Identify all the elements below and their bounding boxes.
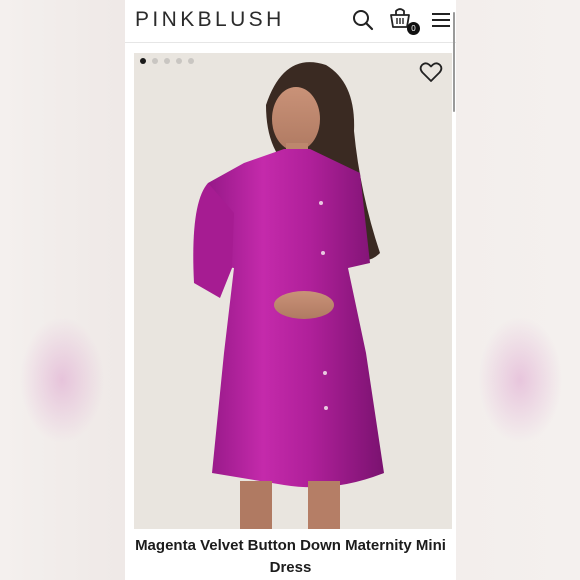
scrollbar[interactable] [453,12,455,112]
heart-icon[interactable] [419,61,443,83]
carousel-dot[interactable] [188,58,194,64]
search-icon[interactable] [351,8,375,32]
brand-logo[interactable]: PINKBLUSH [135,8,285,32]
carousel-dot[interactable] [164,58,170,64]
product-title[interactable]: Magenta Velvet Button Down Maternity Min… [125,535,456,579]
carousel-indicator [140,58,194,64]
site-header: PINKBLUSH 0 [125,0,456,43]
product-photo [134,53,452,529]
cart-count-badge: 0 [407,22,420,35]
hamburger-menu-icon[interactable] [429,8,453,32]
mobile-screen: PINKBLUSH 0 Magenta Velvet Button Down M… [125,0,456,580]
carousel-dot[interactable] [176,58,182,64]
carousel-dot[interactable] [152,58,158,64]
product-image[interactable] [134,53,452,529]
carousel-dot[interactable] [140,58,146,64]
